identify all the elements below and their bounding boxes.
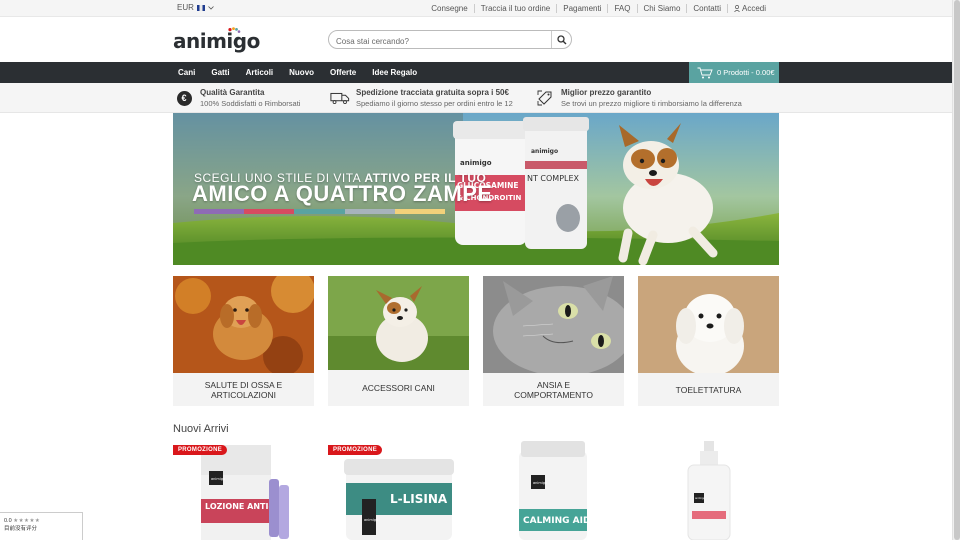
search-input[interactable] [329,33,539,50]
euro-icon: € [176,90,192,106]
chevron-down-icon [208,5,214,10]
hero-banner[interactable]: animigo GLUCOSAMINE & CHONDROITIN animig… [173,113,779,265]
nav-cani[interactable]: Cani [173,62,200,83]
login-link[interactable]: Accedi [726,4,772,13]
link-chi-siamo[interactable]: Chi Siamo [636,4,687,13]
logo-text: animigo [173,29,260,53]
benefit-subtitle: Se trovi un prezzo migliore ti rimborsia… [561,99,742,108]
cart-summary: 0 Prodotti - 0.00€ [717,68,775,77]
promo-badge: PROMOZIONE [173,445,228,455]
product-image: animigo [687,441,731,540]
nav-gatti[interactable]: Gatti [206,62,234,83]
category-label: Toelettatura [675,384,742,395]
category-image [483,276,624,373]
category-card-ossa[interactable]: Salute di ossa e articolazioni [173,276,314,406]
new-arrivals-title: Nuovi Arrivi [173,423,229,435]
benefit-title: Spedizione tracciata gratuita sopra i 50… [356,88,509,97]
user-icon [734,5,740,12]
svg-text:L-LISINA: L-LISINA [390,492,448,506]
benefit-shipping: Spedizione tracciata gratuita sopra i 50… [330,87,513,109]
link-contatti[interactable]: Contatti [686,4,727,13]
truck-icon [330,92,350,104]
category-image [173,276,314,373]
cart-button[interactable]: 0 Prodotti - 0.00€ [689,62,779,83]
rating-stars-icon: ★★★★★ [13,518,41,524]
product-image: animigo CALMING AID [519,441,590,540]
scrollbar-thumb[interactable] [954,0,960,540]
page-scrollbar[interactable] [952,0,960,540]
svg-text:animigo: animigo [695,496,706,500]
search-button[interactable] [551,31,571,48]
benefit-title: Qualità Garantita [200,88,265,97]
nav-nuovo[interactable]: Nuovo [284,62,319,83]
currency-selector[interactable]: EUR [177,3,214,12]
main-nav: Cani Gatti Articoli Nuovo Offerte Idee R… [173,62,428,83]
product-image: L-LISINA animigo [344,459,454,540]
benefit-subtitle: 100% Soddisfatti o Rimborsati [200,99,301,108]
login-label: Accedi [741,4,766,13]
category-image [328,276,469,370]
benefit-quality: € Qualità Garantita 100% Soddisfatti o R… [174,87,300,109]
category-label: Ansia e comportamento [514,379,593,400]
cart-icon [697,67,713,78]
benefit-subtitle: Spediamo il giorno stesso per ordini ent… [356,99,513,108]
benefit-title: Miglior prezzo garantito [561,88,652,97]
rating-score: 0.0 [4,518,12,524]
rating-text: 目前没有评分 [4,526,38,532]
search-icon [556,34,566,44]
product-card-calming-aid[interactable]: animigo CALMING AID [483,441,623,540]
banner-color-stripes [194,209,446,214]
svg-text:animigo: animigo [533,481,547,485]
svg-text:LOZIONE ANTI-PARASSITARIA: LOZIONE ANTI-PARASSITARIA [205,502,313,511]
svg-text:animigo: animigo [531,148,558,155]
link-pagamenti[interactable]: Pagamenti [556,4,607,13]
svg-text:animigo: animigo [364,518,378,522]
promo-badge: PROMOZIONE [328,445,383,455]
animigo-logo[interactable]: animigo [173,27,265,53]
category-label: Accessori cani [362,383,435,393]
category-card-accessori[interactable]: Accessori cani [328,276,469,406]
logo-image: animigo [173,27,260,53]
top-bar: EUR Consegne Traccia il tuo ordine Pagam… [0,0,952,17]
search-box [328,30,572,50]
currency-label: EUR [177,3,194,12]
top-links: Consegne Traccia il tuo ordine Pagamenti… [425,4,772,13]
product-image: animigo LOZIONE ANTI-PARASSITARIA [201,445,313,540]
nt-complex-jar: animigo NT COMPLEX [523,117,589,249]
rating-widget[interactable]: 0.0 ★★★★★ 目前没有评分 [0,512,83,540]
price-tag-icon [537,90,552,106]
product-card-l-lisina[interactable]: L-LISINA animigo PROMOZIONE [328,441,468,540]
category-card-toelettatura[interactable]: Toelettatura [638,276,779,406]
nav-offerte[interactable]: Offerte [325,62,361,83]
category-card-ansia[interactable]: Ansia e comportamento [483,276,624,406]
link-faq[interactable]: FAQ [607,4,636,13]
svg-text:CALMING AID: CALMING AID [523,516,590,526]
link-consegne[interactable]: Consegne [425,4,473,13]
banner-title: AMICO A QUATTRO ZAMPE [192,181,493,206]
svg-text:animigo: animigo [211,477,225,481]
svg-text:animigo: animigo [460,159,492,167]
link-traccia-ordine[interactable]: Traccia il tuo ordine [473,4,557,13]
main-navbar: Cani Gatti Articoli Nuovo Offerte Idee R… [0,62,952,83]
benefits-bar: € Qualità Garantita 100% Soddisfatti o R… [0,83,952,113]
eu-flag-icon [196,4,205,11]
product-card-spray[interactable]: animigo [638,441,778,540]
benefit-best-price: Miglior prezzo garantito Se trovi un pre… [535,87,742,109]
category-label: Salute di ossa e articolazioni [204,379,283,400]
svg-text:NT COMPLEX: NT COMPLEX [527,174,580,183]
product-card-lozione[interactable]: animigo LOZIONE ANTI-PARASSITARIA PROMOZ… [173,441,313,540]
nav-idee-regalo[interactable]: Idee Regalo [367,62,422,83]
category-image [638,276,779,373]
nav-articoli[interactable]: Articoli [241,62,279,83]
